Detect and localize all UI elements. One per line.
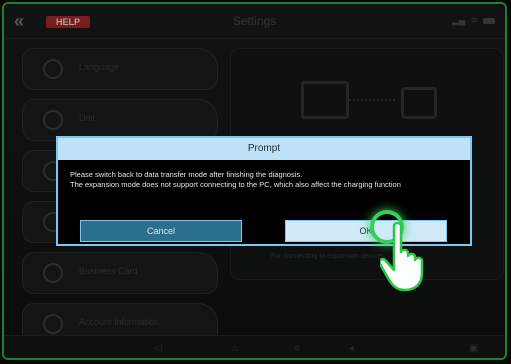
dialog-title: Prompt xyxy=(58,138,470,160)
dialog-message-line-2: The expansion mode does not support conn… xyxy=(70,180,401,189)
dialog-message-line-1: Please switch back to data transfer mode… xyxy=(70,170,303,179)
dialog-message: Please switch back to data transfer mode… xyxy=(58,160,470,190)
pointing-hand-icon xyxy=(380,221,424,292)
cancel-button[interactable]: Cancel xyxy=(80,220,242,242)
